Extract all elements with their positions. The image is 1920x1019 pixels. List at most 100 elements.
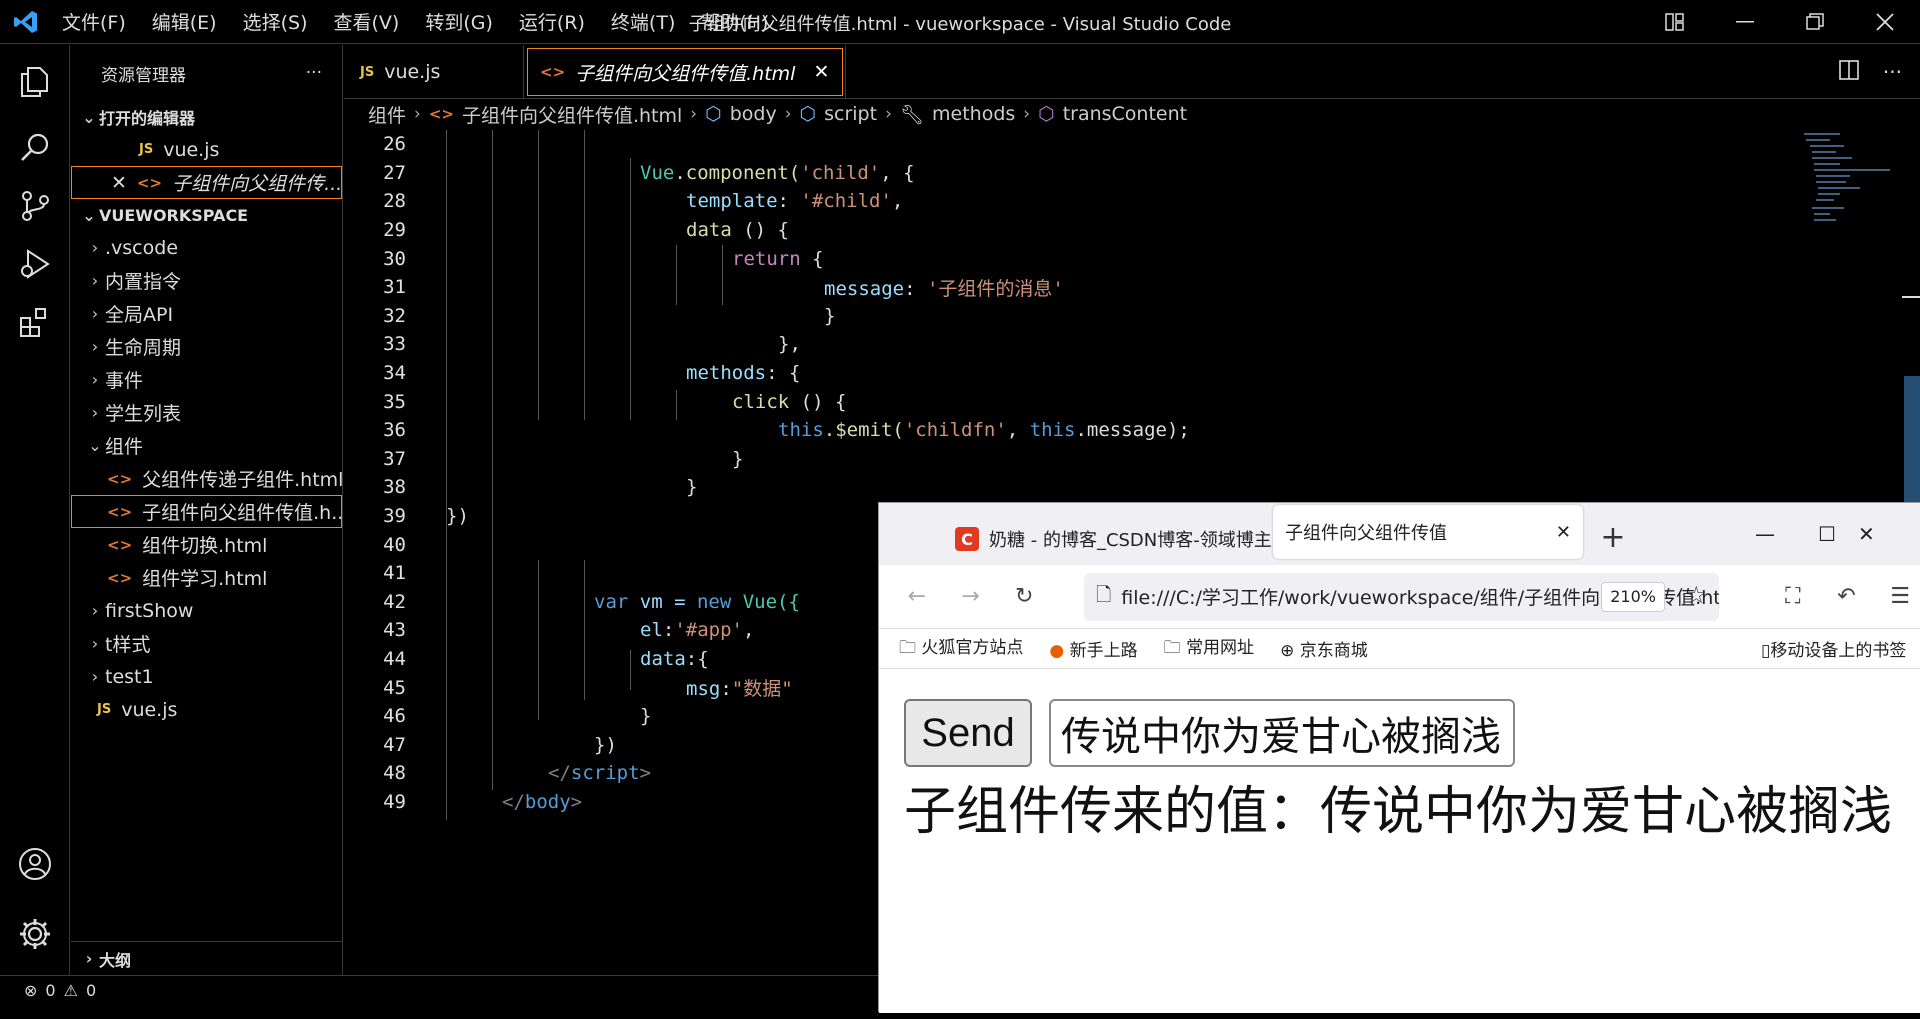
code-token: this (778, 419, 824, 442)
warning-count: 0 (85, 981, 97, 1000)
tab-vue-js[interactable]: JS vue.js (344, 45, 524, 99)
chevron-right-icon: › (91, 403, 99, 422)
html-file-icon: <> (428, 105, 454, 123)
breadcrumb-script[interactable]: script (824, 103, 877, 125)
bookmark-star-icon[interactable]: ☆ (1685, 581, 1707, 609)
bookmark-item[interactable]: 🗀︎ 常用网址 (1164, 633, 1254, 664)
warning-icon[interactable]: ⚠ (64, 981, 78, 1000)
close-window-icon[interactable] (1850, 0, 1920, 44)
file-item[interactable]: <> 组件切换.html (71, 528, 342, 561)
bookmark-label: 京东商城 (1299, 641, 1368, 661)
search-icon[interactable] (14, 127, 56, 169)
screenshot-crop-icon[interactable]: ⛶ (1773, 577, 1813, 617)
close-window-icon[interactable]: ✕ (1858, 503, 1920, 565)
folder-item[interactable]: › 内置指令 (71, 264, 342, 297)
back-icon[interactable]: ← (897, 577, 937, 617)
zoom-level[interactable]: 210% (1601, 581, 1665, 612)
menu-view[interactable]: 查看(V) (324, 2, 410, 41)
breadcrumb-body[interactable]: body (730, 103, 777, 125)
close-icon[interactable]: ✕ (813, 61, 829, 83)
new-tab-icon[interactable]: + (1583, 509, 1643, 565)
folder-item[interactable]: › test1 (71, 660, 342, 693)
breadcrumb-folder[interactable]: 组件 (368, 101, 406, 128)
source-control-icon[interactable] (14, 185, 56, 227)
code-token: .$emit( (823, 419, 904, 442)
code-token: data (640, 647, 686, 670)
tab-active-html[interactable]: <> 子组件向父组件传值.html ✕ (524, 45, 847, 99)
line-number: 26 (383, 133, 406, 156)
outline-section[interactable]: › 大纲 (71, 941, 342, 975)
run-debug-icon[interactable] (14, 243, 56, 285)
folder-item[interactable]: › .vscode (71, 231, 342, 264)
message-input[interactable]: 传说中你为爱甘心被搁浅 (1049, 699, 1515, 767)
extensions-icon[interactable] (14, 301, 56, 343)
gear-icon[interactable] (14, 913, 56, 955)
menu-edit[interactable]: 编辑(E) (142, 2, 227, 41)
folder-item[interactable]: › t样式 (71, 627, 342, 660)
close-icon[interactable]: ✕ (1556, 522, 1571, 543)
folder-item[interactable]: › 事件 (71, 363, 342, 396)
browser-tab-csdn[interactable]: C 奶糖 - 的博客_CSDN博客-领域博主 (943, 513, 1273, 565)
breadcrumb-file[interactable]: 子组件向父组件传值.html (462, 101, 682, 128)
url-bar[interactable]: 🗋︎ file:///C:/学习工作/work/vueworkspace/组件/… (1084, 572, 1719, 621)
browser-tab-active[interactable]: 子组件向父组件传值 ✕ (1273, 505, 1583, 559)
restore-icon[interactable] (1780, 0, 1850, 44)
menu-go[interactable]: 转到(G) (415, 2, 503, 41)
file-item[interactable]: JS vue.js (71, 693, 342, 726)
menu-bar: 文件(F) 编辑(E) 选择(S) 查看(V) 转到(G) 运行(R) 终端(T… (52, 2, 778, 41)
bookmark-item[interactable]: ⊕ 京东商城 (1280, 636, 1368, 661)
breadcrumb-methods[interactable]: methods (932, 103, 1015, 125)
folder-item[interactable]: › 生命周期 (71, 330, 342, 363)
workspace-section[interactable]: ⌄ VUEWORKSPACE (71, 199, 342, 231)
file-item[interactable]: <> 父组件传递子组件.html (71, 462, 342, 495)
maximize-icon[interactable]: ☐ (1796, 503, 1858, 565)
forward-icon[interactable]: → (951, 577, 991, 617)
open-editor-item[interactable]: JS vue.js (71, 133, 342, 166)
explorer-icon[interactable] (14, 61, 56, 103)
share-back-icon[interactable]: ↶ (1827, 577, 1867, 617)
minimize-icon[interactable]: — (1734, 503, 1796, 565)
bookmark-item[interactable]: 🗀︎ 火狐官方站点 (899, 633, 1023, 664)
minimize-icon[interactable] (1710, 0, 1780, 44)
editor-tabs: JS vue.js <> 子组件向父组件传值.html ✕ ··· (344, 45, 1920, 99)
more-actions-icon[interactable]: ··· (1883, 60, 1902, 84)
code-token: vm = (628, 590, 697, 613)
menu-run[interactable]: 运行(R) (509, 2, 595, 41)
layout-icon[interactable] (1640, 0, 1710, 44)
account-icon[interactable] (14, 843, 56, 885)
file-item-selected[interactable]: <> 子组件向父组件传值.h... (71, 495, 342, 528)
error-icon[interactable]: ⊗ (24, 981, 37, 1000)
folder-item-open[interactable]: ⌄ 组件 (71, 429, 342, 462)
folder-item[interactable]: › 全局API (71, 297, 342, 330)
code-token: .component( (674, 161, 801, 184)
menu-help[interactable]: 帮助(H) (691, 2, 778, 41)
code-line: 33}, (344, 330, 1874, 359)
menu-selection[interactable]: 选择(S) (233, 2, 318, 41)
minimap[interactable] (1800, 130, 1910, 250)
close-icon[interactable]: ✕ (111, 172, 127, 194)
more-actions-icon[interactable]: ··· (306, 63, 322, 83)
code-token: Vue({ (731, 590, 800, 613)
chevron-right-icon: › (85, 949, 93, 968)
folder-item[interactable]: › 学生列表 (71, 396, 342, 429)
folder-item[interactable]: › firstShow (71, 594, 342, 627)
open-editor-item-active[interactable]: ✕ <> 子组件向父组件传... (71, 166, 342, 199)
menu-hamburger-icon[interactable]: ☰ (1880, 577, 1920, 617)
open-editors-section[interactable]: ⌄ 打开的编辑器 (71, 101, 342, 133)
breadcrumb-current[interactable]: transContent (1063, 103, 1187, 125)
menu-terminal[interactable]: 终端(T) (601, 2, 685, 41)
bookmark-item[interactable]: ● 新手上路 (1049, 636, 1137, 661)
send-button[interactable]: Send (904, 699, 1032, 767)
code-token: > (639, 762, 651, 785)
file-label: 子组件向父组件传值.h... (142, 502, 342, 524)
reload-icon[interactable]: ↻ (1004, 577, 1044, 617)
code-token: click (732, 390, 790, 413)
result-text: 子组件传来的值：传说中你为爱甘心被搁浅 (904, 782, 1893, 842)
code-token: new (696, 590, 732, 613)
menu-file[interactable]: 文件(F) (52, 2, 136, 41)
code-token: , (891, 190, 904, 213)
file-item[interactable]: <> 组件学习.html (71, 561, 342, 594)
split-editor-icon[interactable] (1839, 60, 1859, 84)
mobile-bookmarks[interactable]: ▯移动设备上的书签 (1761, 636, 1906, 661)
open-editor-label: vue.js (163, 138, 220, 161)
